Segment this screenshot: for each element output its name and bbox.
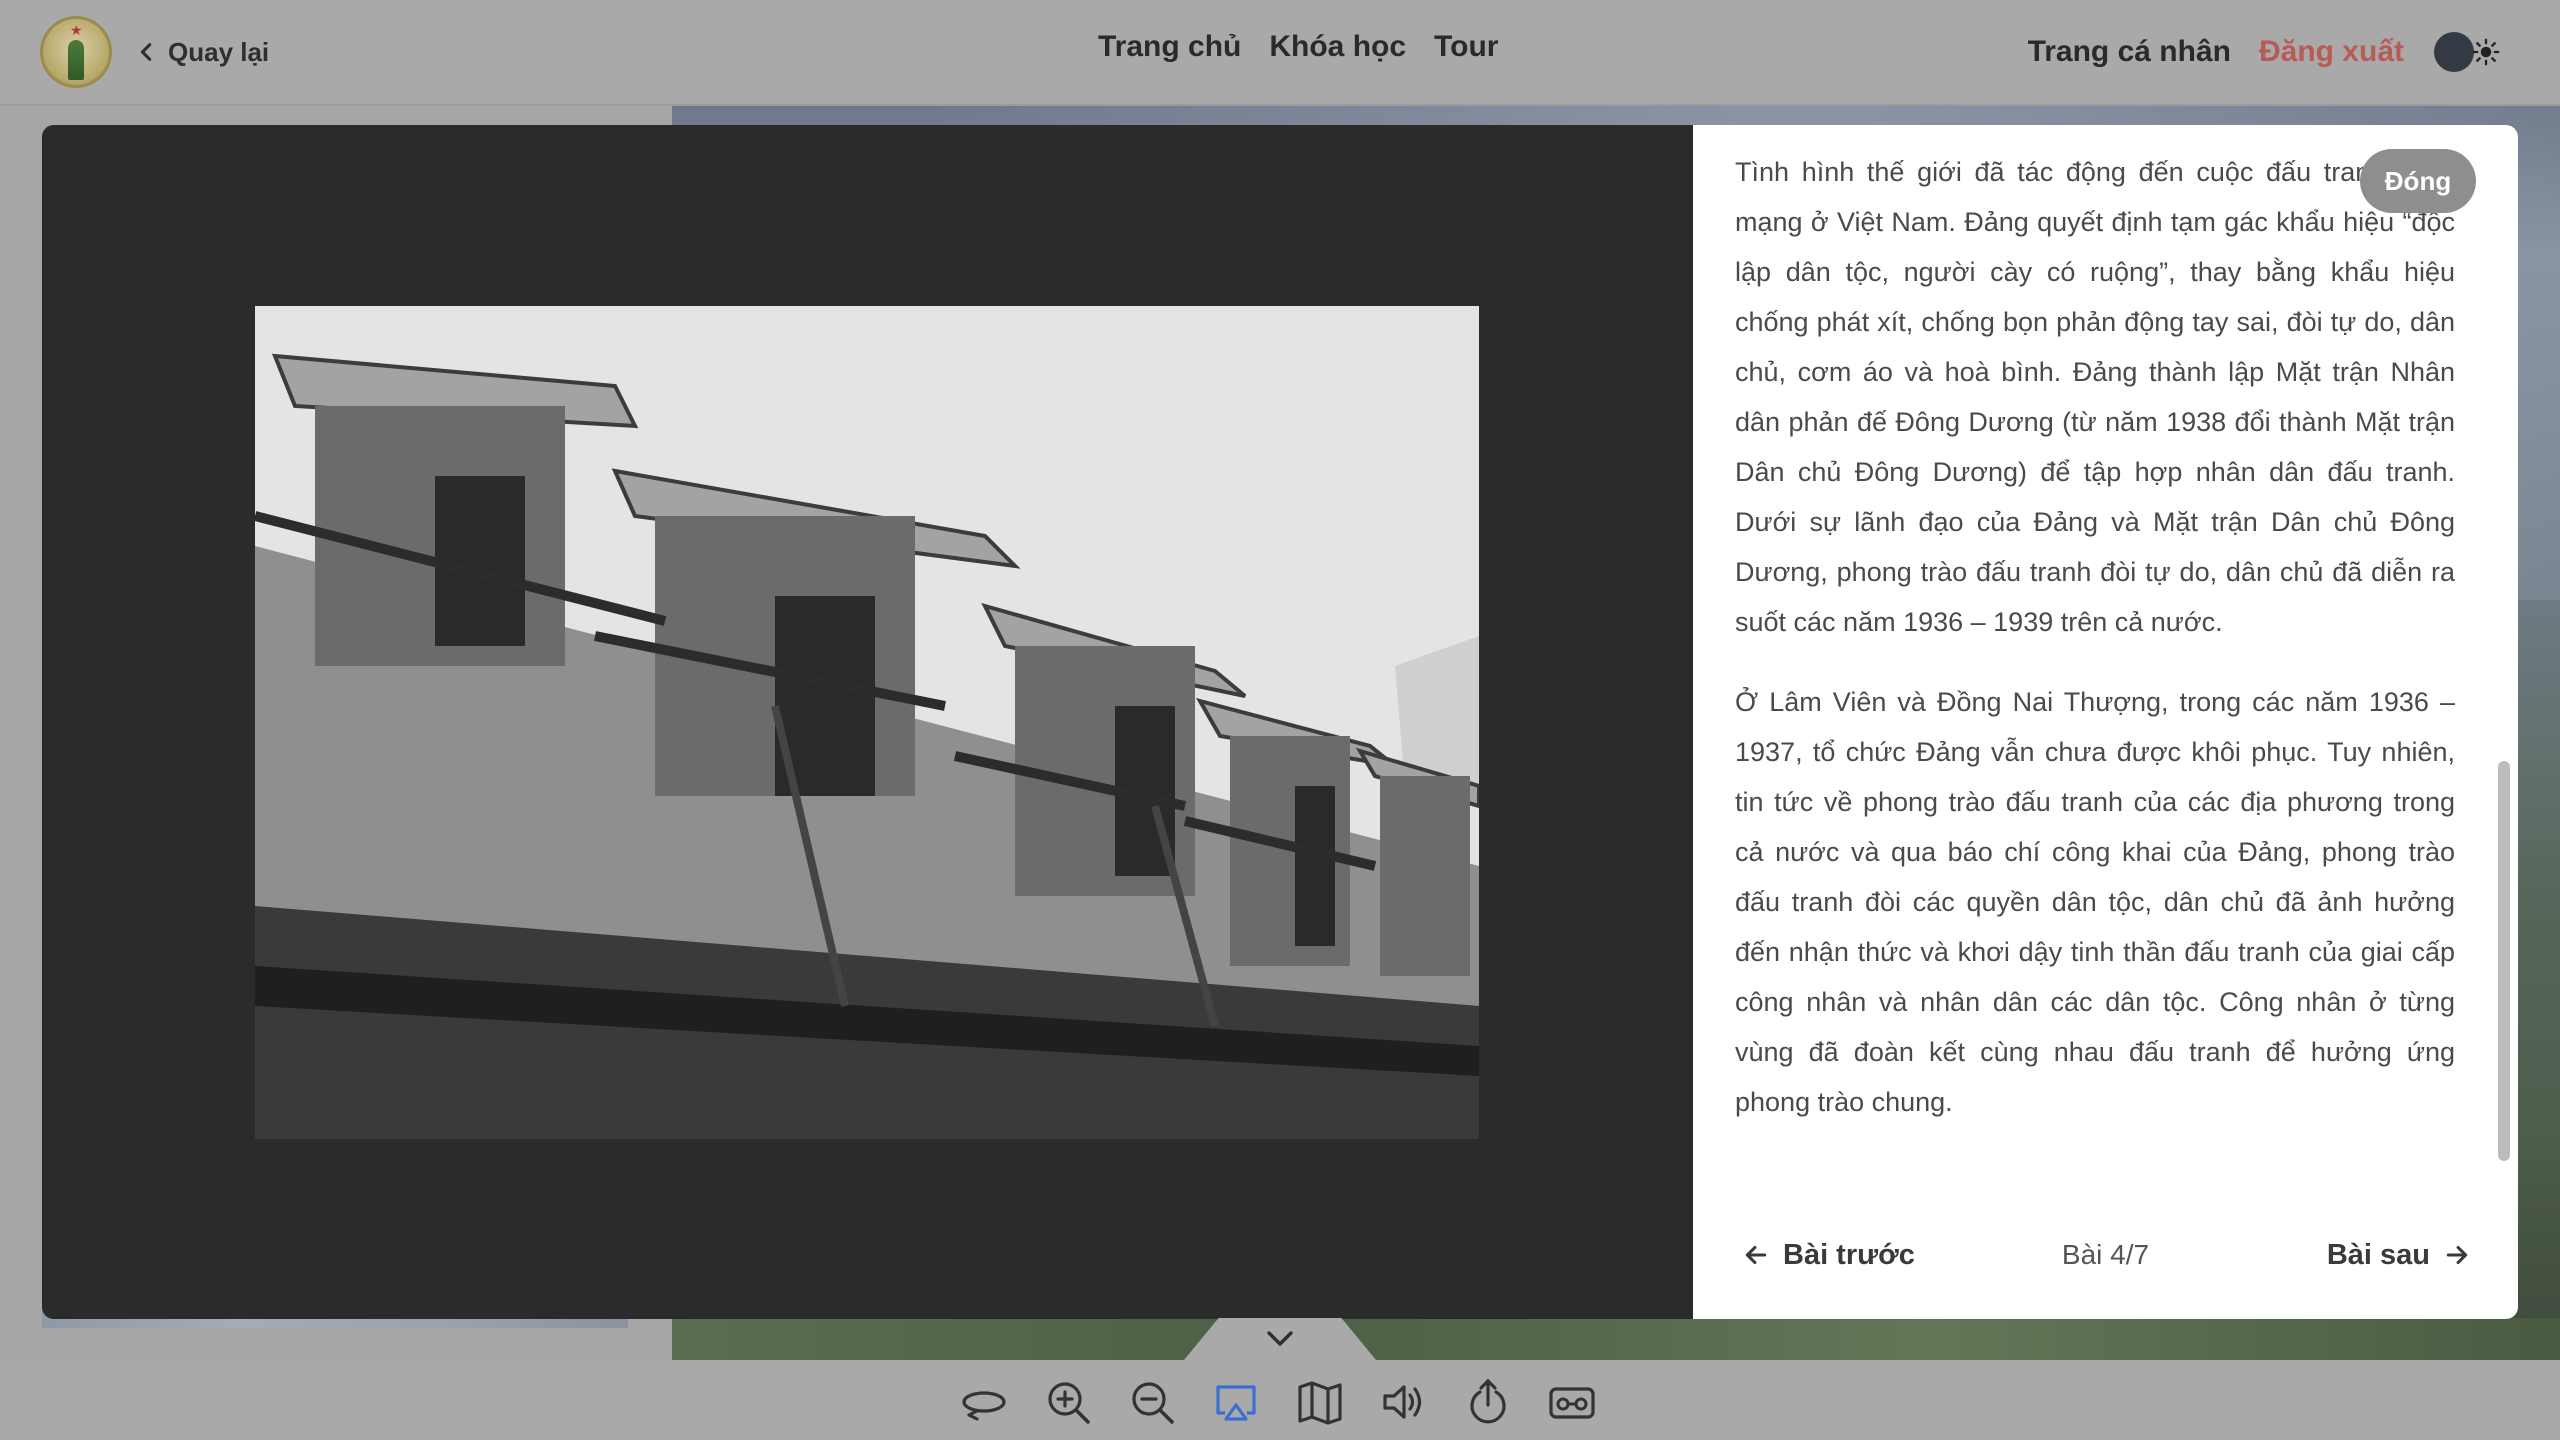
theme-toggle-knob: [2434, 32, 2474, 72]
volume-icon: [1383, 1385, 1422, 1419]
historical-photo: [255, 306, 1479, 1139]
lesson-paragraph: Ở Lâm Viên và Đồng Nai Thượng, trong các…: [1735, 687, 2455, 1117]
profile-link[interactable]: Trang cá nhân: [2028, 35, 2231, 69]
sun-icon: [2472, 38, 2500, 66]
nav-courses[interactable]: Khóa học: [1269, 30, 1406, 64]
next-lesson-button[interactable]: Bài sau: [2327, 1225, 2470, 1285]
previous-lesson-label: Bài trước: [1783, 1238, 1915, 1271]
cast-icon: [1216, 1385, 1256, 1421]
chevron-down-icon: [1267, 1331, 1293, 1346]
next-lesson-label: Bài sau: [2326, 1238, 2430, 1271]
map-button[interactable]: [1294, 1376, 1346, 1428]
main-nav: Trang chủ Khóa học Tour: [1098, 30, 1498, 64]
background-panorama-edge: [2516, 600, 2560, 1360]
logo-star-icon: ★: [70, 22, 83, 38]
cast-button[interactable]: [1210, 1376, 1262, 1428]
back-label: Quay lại: [168, 36, 270, 67]
logout-link[interactable]: Đăng xuất: [2259, 35, 2404, 69]
zoom-in-button[interactable]: [1042, 1376, 1094, 1428]
nav-home[interactable]: Trang chủ: [1098, 30, 1241, 64]
media-pane: [42, 125, 1693, 1319]
lesson-text-pane: Tình hình thế giới đã tác động đến cuộc …: [1693, 125, 2518, 1319]
lesson-navigation: Bài 4/7 Bài trước Bài sau: [1693, 1225, 2518, 1285]
logo-tree-icon: [68, 40, 84, 80]
text-scrollbar-thumb[interactable]: [2498, 761, 2510, 1161]
share-button[interactable]: [1462, 1376, 1514, 1428]
vr-headset-icon: [1549, 1387, 1595, 1419]
bottom-toolbar: [0, 1360, 2560, 1440]
rotate-icon: [962, 1391, 1006, 1421]
volume-button[interactable]: [1378, 1376, 1430, 1428]
text-scrollbar[interactable]: [2498, 145, 2510, 1161]
site-logo[interactable]: ★: [40, 16, 112, 88]
photo-illustration: [255, 306, 1479, 1139]
back-button[interactable]: Quay lại: [136, 30, 269, 74]
zoom-in-icon: [1048, 1382, 1090, 1424]
chevron-left-icon: [140, 43, 152, 61]
background-ground: [672, 1318, 2560, 1360]
lesson-text-scroll[interactable]: Tình hình thế giới đã tác động đến cuộc …: [1735, 147, 2455, 1167]
previous-lesson-button[interactable]: Bài trước: [1743, 1225, 1915, 1285]
map-icon: [1298, 1381, 1342, 1425]
share-icon: [1470, 1379, 1506, 1424]
theme-toggle[interactable]: [2432, 30, 2504, 74]
close-button[interactable]: Đóng: [2360, 149, 2476, 213]
zoom-out-button[interactable]: [1126, 1376, 1178, 1428]
vr-button[interactable]: [1546, 1376, 1598, 1428]
arrow-right-icon: [2446, 1245, 2468, 1265]
rotate-button[interactable]: [958, 1376, 1010, 1428]
lesson-paragraph: Tình hình thế giới đã tác động đến cuộc …: [1735, 157, 2455, 637]
lesson-modal: Tình hình thế giới đã tác động đến cuộc …: [42, 125, 2518, 1319]
nav-tour[interactable]: Tour: [1434, 30, 1498, 64]
top-navbar: ★ Quay lại Trang chủ Khóa học Tour Trang…: [0, 0, 2560, 106]
zoom-out-icon: [1132, 1382, 1174, 1424]
user-nav: Trang cá nhân Đăng xuất: [2028, 24, 2504, 80]
arrow-left-icon: [1745, 1245, 1767, 1265]
